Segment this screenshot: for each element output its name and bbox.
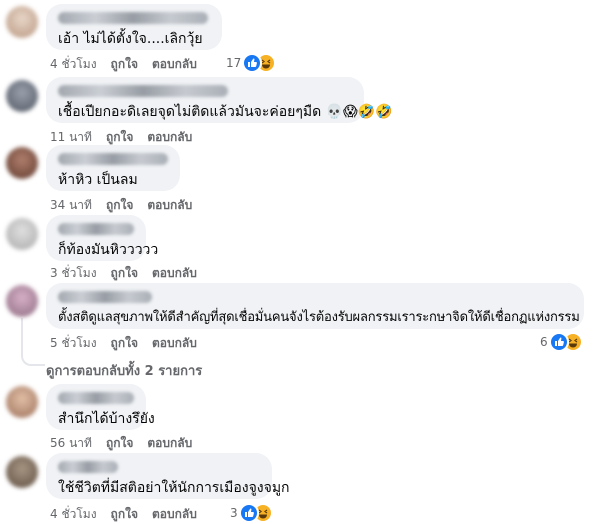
author-name-blurred[interactable]: [58, 85, 228, 97]
timestamp[interactable]: 56 นาที: [50, 434, 92, 453]
avatar[interactable]: [6, 386, 38, 418]
author-name-blurred[interactable]: [58, 392, 134, 404]
avatar[interactable]: [6, 6, 38, 38]
comment-text: ก็ท้องมันหิววววว: [58, 242, 159, 258]
thread-line: [21, 318, 23, 354]
haha-reaction-icon: [254, 505, 271, 521]
comment-bubble: ห้าหิว เป็นลม: [46, 145, 180, 191]
timestamp[interactable]: 4 ชั่วโมง: [50, 505, 97, 524]
author-name-blurred[interactable]: [58, 291, 152, 303]
comment-text: เอ้า ไม่ได้ตั้งใจ....เลิกวุ้ย: [58, 31, 203, 47]
reply-button[interactable]: ตอบกลับ: [152, 264, 197, 283]
author-name-blurred[interactable]: [58, 153, 168, 165]
like-reaction-icon: [550, 334, 567, 350]
author-name-blurred[interactable]: [58, 12, 208, 24]
avatar[interactable]: [6, 80, 38, 112]
timestamp[interactable]: 34 นาที: [50, 196, 92, 215]
comment-bubble: เชื้อเปียกอะดิเลยจุดไม่ติดแล้วมันจะค่อยๆ…: [46, 77, 393, 123]
comment-actions: 56 นาที ถูกใจ ตอบกลับ: [50, 434, 192, 453]
thread-connector: [21, 352, 45, 366]
avatar[interactable]: [6, 285, 38, 317]
avatar[interactable]: [6, 456, 38, 488]
reaction-count: 3: [230, 506, 238, 520]
comment-bubble: ใช้ชีวิตที่มีสติอย่าให้นักการเมืองจูงจมู…: [46, 453, 290, 499]
comment-bubble: ตั้งสติดูแลสุขภาพให้ดีสำคัญที่สุดเชื่อมั…: [46, 283, 584, 329]
reaction-summary[interactable]: 6: [540, 334, 581, 350]
haha-reaction-icon: [258, 55, 275, 71]
reaction-count: 17: [226, 56, 242, 70]
like-reaction-icon: [244, 55, 261, 71]
like-button[interactable]: ถูกใจ: [106, 196, 133, 215]
like-button[interactable]: ถูกใจ: [111, 505, 138, 524]
reply-button[interactable]: ตอบกลับ: [152, 334, 197, 353]
reaction-count: 6: [540, 335, 548, 349]
reaction-summary[interactable]: 17: [226, 55, 275, 71]
like-button[interactable]: ถูกใจ: [111, 334, 138, 353]
author-name-blurred[interactable]: [58, 223, 134, 235]
reaction-summary[interactable]: 3: [230, 505, 271, 521]
reply-button[interactable]: ตอบกลับ: [147, 434, 192, 453]
timestamp[interactable]: 3 ชั่วโมง: [50, 264, 97, 283]
reply-button[interactable]: ตอบกลับ: [152, 55, 197, 74]
comment-bubble: เอ้า ไม่ได้ตั้งใจ....เลิกวุ้ย: [46, 4, 222, 50]
reply-button[interactable]: ตอบกลับ: [147, 196, 192, 215]
like-button[interactable]: ถูกใจ: [106, 434, 133, 453]
author-name-blurred[interactable]: [58, 461, 118, 473]
like-button[interactable]: ถูกใจ: [111, 264, 138, 283]
comment-text: เชื้อเปียกอะดิเลยจุดไม่ติดแล้วมันจะค่อยๆ…: [58, 104, 393, 120]
comment-text: สำนึกได้บ้างรึยัง: [58, 411, 155, 427]
comment-actions: 5 ชั่วโมง ถูกใจ ตอบกลับ: [50, 334, 197, 353]
haha-reaction-icon: [564, 334, 581, 350]
reply-button[interactable]: ตอบกลับ: [152, 505, 197, 524]
comment-text: ตั้งสติดูแลสุขภาพให้ดีสำคัญที่สุดเชื่อมั…: [58, 310, 580, 325]
timestamp[interactable]: 4 ชั่วโมง: [50, 55, 97, 74]
comment-actions: 4 ชั่วโมง ถูกใจ ตอบกลับ: [50, 55, 197, 74]
comment-bubble: ก็ท้องมันหิววววว: [46, 215, 159, 261]
view-replies-link[interactable]: ดูการตอบกลับทั้ง 2 รายการ: [46, 360, 202, 381]
comment-text: ใช้ชีวิตที่มีสติอย่าให้นักการเมืองจูงจมู…: [58, 480, 290, 496]
avatar[interactable]: [6, 218, 38, 250]
comment-actions: 34 นาที ถูกใจ ตอบกลับ: [50, 196, 192, 215]
comment-text: ห้าหิว เป็นลม: [58, 172, 138, 188]
comment-actions: 3 ชั่วโมง ถูกใจ ตอบกลับ: [50, 264, 197, 283]
like-reaction-icon: [240, 505, 257, 521]
avatar[interactable]: [6, 147, 38, 179]
comment-actions: 4 ชั่วโมง ถูกใจ ตอบกลับ: [50, 505, 197, 524]
like-button[interactable]: ถูกใจ: [111, 55, 138, 74]
timestamp[interactable]: 5 ชั่วโมง: [50, 334, 97, 353]
comment-bubble: สำนึกได้บ้างรึยัง: [46, 384, 155, 430]
